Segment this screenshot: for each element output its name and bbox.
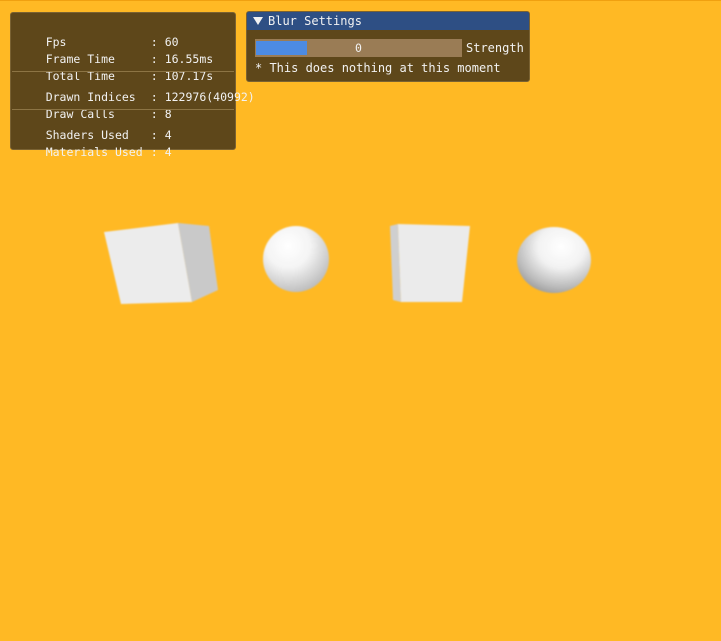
stat-row-fps: Fps:60 [18, 18, 179, 49]
slider-value: 0 [355, 41, 362, 55]
cube-object-2 [390, 224, 470, 302]
stat-row-draw-calls: Draw Calls:8 [18, 90, 172, 121]
strength-slider[interactable]: 0 [255, 39, 462, 57]
sphere-object-2 [517, 227, 591, 293]
stat-value: 122976(40992) [164, 90, 255, 104]
strength-label: Strength [466, 41, 524, 55]
window-top-border [0, 0, 721, 1]
stats-overlay: Fps:60 Frame Time:16.55ms Total Time:107… [10, 12, 255, 159]
stat-separator: : [150, 145, 158, 159]
cube-object-1 [104, 223, 218, 304]
sphere-object-1 [263, 226, 329, 292]
stat-value: 4 [164, 145, 172, 159]
blur-settings-window: Blur Settings 0 Strength * This does not… [246, 11, 530, 82]
stat-row-materials-used: Materials Used:4 [18, 128, 172, 159]
stat-row-frame-time: Frame Time:16.55ms [18, 35, 213, 66]
collapse-arrow-icon[interactable] [253, 17, 263, 25]
stats-divider [12, 109, 234, 110]
blur-note-text: * This does nothing at this moment [255, 61, 501, 75]
stat-label: Materials Used [45, 145, 143, 159]
stats-divider [12, 71, 234, 72]
window-title: Blur Settings [268, 14, 362, 28]
stat-row-drawn-indices: Drawn Indices:122976(40992) [18, 73, 255, 104]
stat-row-shaders-used: Shaders Used:4 [18, 111, 172, 142]
blur-settings-title-bar[interactable]: Blur Settings [247, 12, 529, 30]
stat-row-total-time: Total Time:107.17s [18, 52, 213, 83]
